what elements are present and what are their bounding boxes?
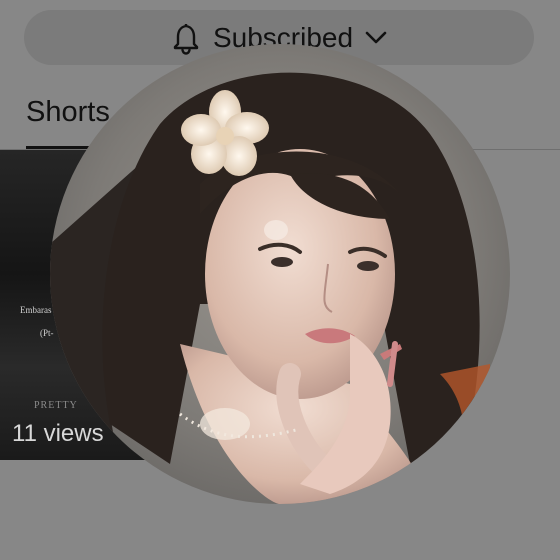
channel-avatar[interactable]: [50, 44, 510, 504]
bell-icon: [171, 21, 201, 55]
tab-shorts[interactable]: Shorts: [26, 96, 110, 129]
video-watermark: PRETTY: [34, 400, 78, 411]
chevron-down-icon: [365, 31, 387, 45]
video-caption-sub: (Pt-: [40, 328, 54, 338]
video-view-count: 11 views: [12, 420, 104, 447]
channel-page: Subscribed Shorts Embaras (Pt- PRETTY 11…: [0, 0, 560, 560]
video-caption: Embaras: [20, 305, 52, 315]
avatar-image: [50, 44, 510, 504]
